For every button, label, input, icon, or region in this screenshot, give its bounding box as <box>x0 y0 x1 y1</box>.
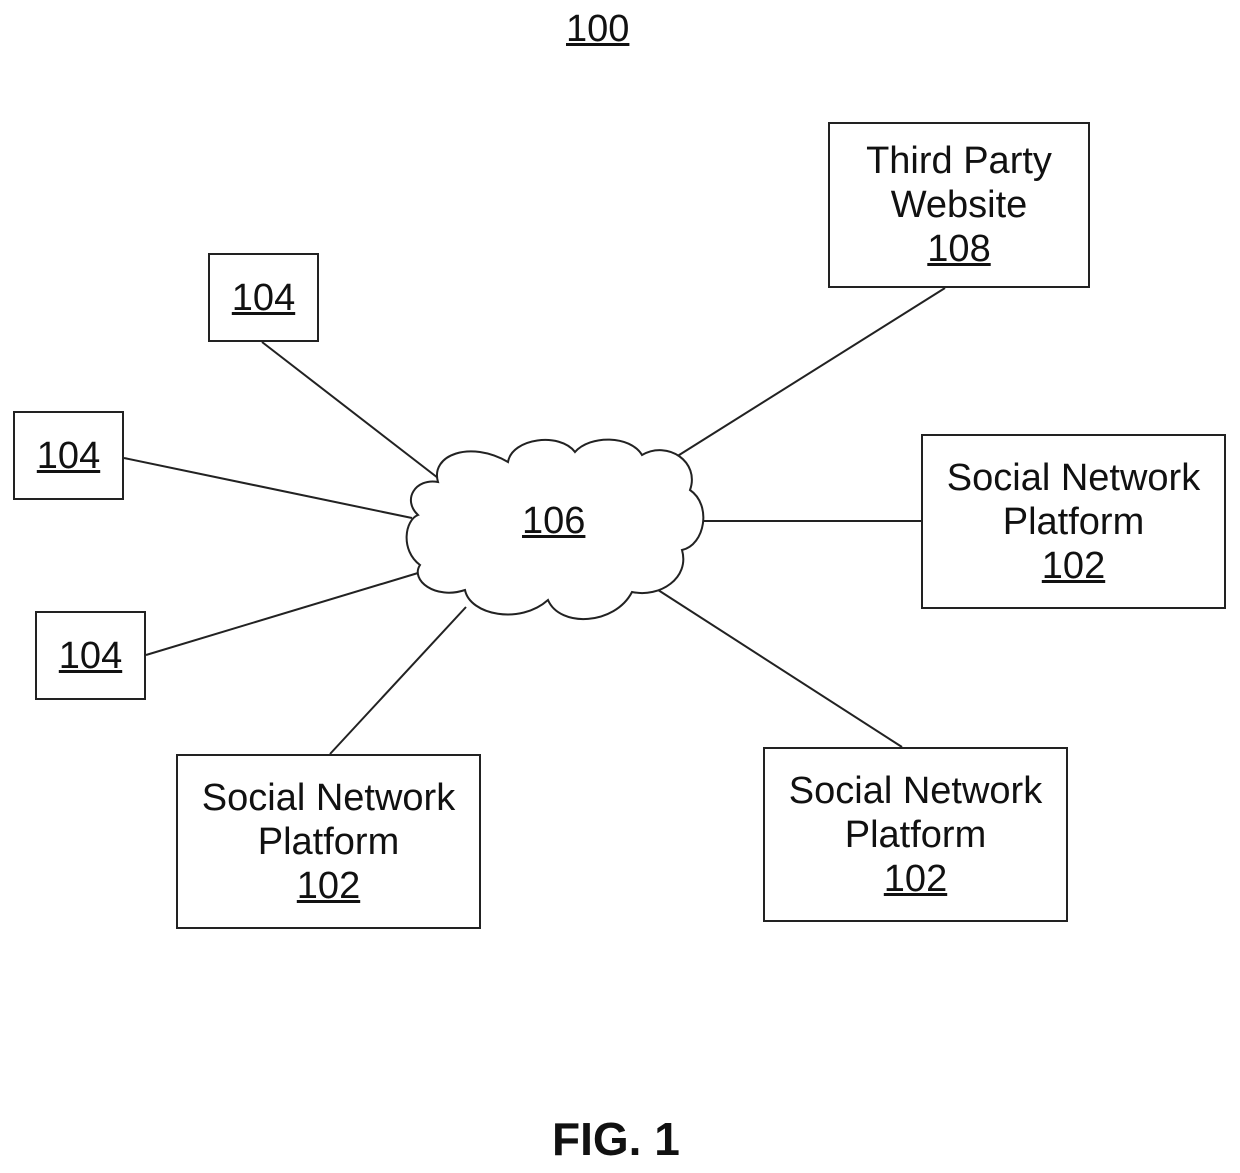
platform-line1: Social Network <box>946 456 1201 499</box>
third-party-line2: Website <box>890 184 1028 226</box>
link-third-party <box>667 287 946 463</box>
link-device-mid <box>123 457 413 519</box>
platform-line1: Social Network <box>788 769 1043 812</box>
platform-ref: 102 <box>296 864 361 907</box>
device-box: 104 <box>208 253 319 342</box>
third-party-ref: 108 <box>927 228 991 270</box>
platform-ref: 102 <box>1041 544 1106 587</box>
figure-caption: FIG. 1 <box>552 1113 680 1165</box>
figure-reference: 100 <box>566 8 630 50</box>
network-label: 106 <box>522 500 586 542</box>
social-platform-box: Social Network Platform 102 <box>763 747 1068 922</box>
social-platform-box: Social Network Platform 102 <box>176 754 481 929</box>
device-ref: 104 <box>36 434 101 477</box>
social-platform-box: Social Network Platform 102 <box>921 434 1226 609</box>
link-device-bottom <box>145 572 419 656</box>
platform-line1: Social Network <box>201 776 456 819</box>
platform-line2: Platform <box>257 820 400 863</box>
platform-ref: 102 <box>883 857 948 900</box>
platform-line2: Platform <box>1002 500 1145 543</box>
third-party-line1: Third Party <box>866 140 1052 182</box>
device-ref: 104 <box>58 634 123 677</box>
device-ref: 104 <box>231 276 296 319</box>
link-platform-bottom-right <box>654 587 903 748</box>
link-platform-bottom-left <box>329 606 467 755</box>
device-box: 104 <box>13 411 124 500</box>
third-party-website-box: Third Party Website 108 <box>828 122 1090 288</box>
platform-line2: Platform <box>844 813 987 856</box>
device-box: 104 <box>35 611 146 700</box>
link-device-top <box>261 341 439 479</box>
